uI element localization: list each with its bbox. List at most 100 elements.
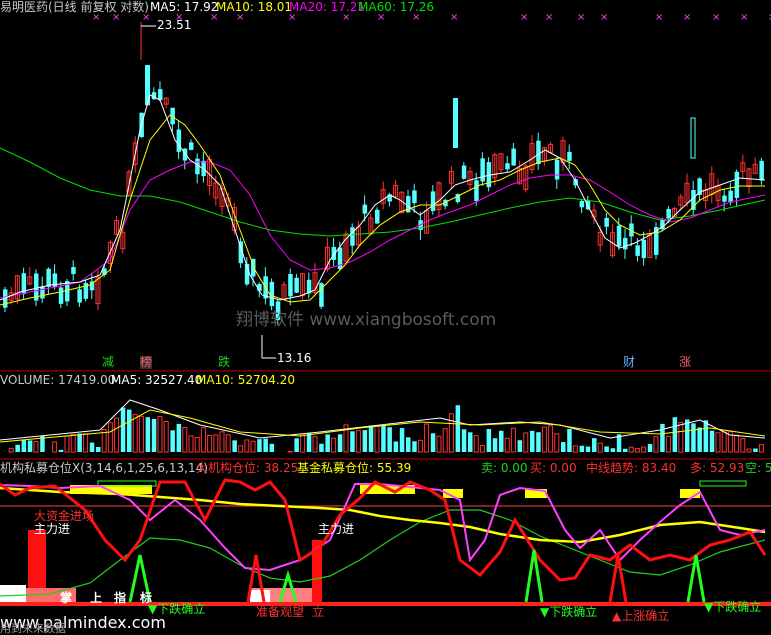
volume-bar: [623, 448, 628, 452]
x-mark: ×: [600, 12, 608, 23]
volume-bar: [120, 407, 126, 452]
candle-body: [616, 225, 622, 247]
volume-bar: [548, 425, 554, 453]
volume-bar: [300, 433, 306, 453]
ready-watch-label: 准备观望: [256, 605, 305, 619]
volume-bar: [541, 426, 547, 453]
main-in-label-1: 主力进: [34, 522, 71, 536]
volume-bar: [58, 449, 64, 452]
sell-label: 卖: 0.00: [481, 461, 528, 475]
volume-bar: [461, 429, 467, 452]
volume-bar: [647, 444, 653, 452]
long-label: 多: 52.93: [690, 461, 745, 475]
volume-bar: [530, 430, 535, 452]
candle-body: [189, 142, 194, 150]
volume-label: VOLUME: 17419.00: [0, 373, 116, 387]
label-point: 指: [114, 591, 127, 605]
candle-body: [461, 165, 467, 179]
candle-body: [294, 277, 299, 293]
volume-bars: [8, 405, 764, 453]
volume-bar: [96, 446, 101, 452]
volume-bar: [523, 432, 529, 453]
candle-body: [604, 217, 609, 227]
volume-bar: [151, 419, 157, 452]
volume-bar: [709, 430, 715, 452]
volume-bar: [746, 448, 752, 453]
volume-bar: [83, 433, 89, 453]
volume-bar: [721, 430, 727, 453]
volume-bar: [52, 441, 58, 453]
volume-bar: [337, 434, 343, 452]
candle-body: [77, 289, 82, 303]
x-mark: ×: [740, 12, 748, 23]
candle-body: [567, 151, 572, 161]
volume-bar: [8, 447, 14, 453]
volume-bar: [430, 433, 436, 452]
volume-bar: [194, 436, 200, 453]
candle-body: [759, 160, 764, 181]
candle-body: [505, 163, 510, 170]
volume-bar: [33, 440, 39, 453]
volume-bar: [127, 409, 132, 452]
down-confirm-label-3: ▼下跌确立: [704, 600, 762, 614]
volume-bar: [412, 441, 417, 452]
indicator-green-box: [699, 480, 747, 487]
candle-body: [579, 201, 585, 208]
volume-bar: [597, 442, 603, 453]
candle-body: [350, 227, 355, 246]
high-price-label: 23.51: [157, 18, 192, 32]
volume-bar: [21, 440, 27, 452]
candle-body: [158, 89, 163, 101]
volume-bar: [399, 428, 405, 452]
candle-body: [430, 191, 436, 211]
inst-position-label: 大机构仓位: 38.25: [196, 461, 299, 475]
volume-bar: [176, 423, 182, 452]
volume-bar: [561, 442, 566, 452]
volume-bar: [672, 417, 678, 452]
volume-bar: [374, 425, 380, 453]
ma5-line: [0, 94, 766, 301]
volume-bar: [219, 431, 225, 453]
candle-body: [71, 267, 76, 275]
volume-bar: [510, 427, 516, 453]
volume-bar: [27, 440, 33, 452]
low-price-label: 13.16: [277, 351, 312, 365]
label-up: 上: [90, 591, 103, 605]
volume-bar: [163, 420, 169, 453]
volume-bar: [753, 448, 758, 452]
volume-bar: [89, 442, 95, 452]
candle-body: [362, 204, 368, 214]
volume-ma5-label: MA5: 32527.40: [111, 373, 203, 387]
candle-body: [46, 268, 51, 287]
volume-bar: [685, 419, 690, 452]
volume-bar: [331, 437, 337, 453]
indicator-name: 机构私募仓位X(3,14,6,1,25,6,13,14): [0, 461, 208, 475]
volume-bar: [406, 437, 411, 452]
candle-body: [734, 171, 740, 198]
indicator-green-line: [0, 509, 766, 597]
candle-body: [375, 209, 380, 224]
volume-bar: [250, 440, 256, 453]
candle-body: [40, 286, 45, 299]
volume-bar: [536, 432, 541, 452]
badge-bang: 榜: [140, 355, 153, 369]
candle-body: [269, 281, 275, 307]
volume-bar: [499, 430, 504, 452]
x-mark: ×: [712, 12, 720, 23]
volume-bar: [697, 427, 702, 452]
ma10-label: MA10: 18.01: [216, 0, 293, 14]
volume-bar: [387, 427, 392, 452]
up-confirm-label: ▲上涨确立: [612, 609, 670, 623]
candle-body: [623, 237, 628, 250]
label-grip: 掌: [60, 591, 73, 605]
candlesticks: [3, 22, 764, 325]
candle-body: [453, 98, 458, 148]
x-mark: ×: [577, 12, 585, 23]
volume-bar: [585, 446, 591, 452]
badge-jian: 减: [102, 355, 115, 369]
volume-bar: [77, 433, 82, 452]
volume-bar: [504, 437, 510, 453]
candle-body: [58, 287, 64, 304]
volume-bar: [15, 444, 20, 452]
volume-bar: [207, 434, 213, 453]
